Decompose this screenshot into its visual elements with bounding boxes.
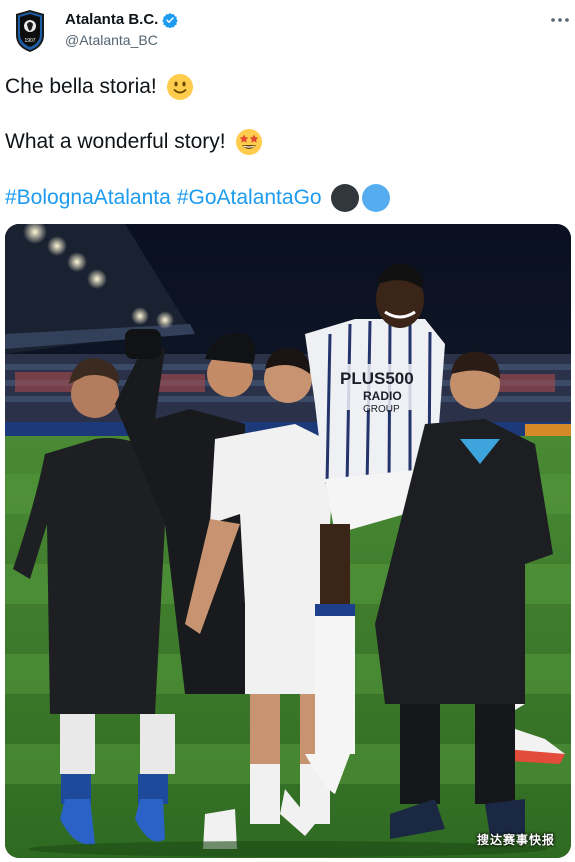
- jersey-sponsor-line2: RADIO: [363, 389, 402, 403]
- celebration-photo: PLUS500 RADIO GROUP: [5, 224, 571, 858]
- hashtag-bologna-atalanta[interactable]: #BolognaAtalanta: [5, 186, 171, 210]
- tweet-text-line-english: What a wonderful story!: [5, 126, 263, 158]
- tweet-line-1: Che bella storia!: [5, 75, 157, 98]
- verified-badge-icon: [162, 12, 179, 28]
- tweet-text-line-italian: Che bella storia!: [5, 71, 194, 103]
- club-color-emojis: [330, 184, 390, 212]
- jersey-sponsor-text: PLUS500: [340, 369, 414, 388]
- slightly-smiling-face-icon: [166, 74, 193, 100]
- tweet-header: 1907 Atalanta B.C. @Atalanta_BC: [0, 0, 575, 60]
- star-struck-icon: [235, 129, 262, 155]
- hashtags-line: #BolognaAtalanta #GoAtalantaGo: [5, 182, 390, 214]
- hashtag-go-atalanta-go[interactable]: #GoAtalantaGo: [177, 186, 322, 210]
- crest-year: 1907: [24, 38, 35, 44]
- more-options-icon[interactable]: [548, 10, 572, 30]
- black-circle-icon: [330, 184, 359, 212]
- author-handle[interactable]: @Atalanta_BC: [65, 32, 158, 48]
- blue-circle-icon: [361, 184, 390, 212]
- tweet-photo[interactable]: PLUS500 RADIO GROUP 搜达赛事快报: [5, 224, 571, 858]
- jersey-sponsor-line3: GROUP: [363, 404, 400, 415]
- club-crest-avatar[interactable]: 1907: [14, 9, 46, 53]
- watermark-text: 搜达赛事快报: [476, 833, 555, 847]
- author-display-name[interactable]: Atalanta B.C.: [65, 11, 158, 28]
- tweet-line-2: What a wonderful story!: [5, 130, 226, 153]
